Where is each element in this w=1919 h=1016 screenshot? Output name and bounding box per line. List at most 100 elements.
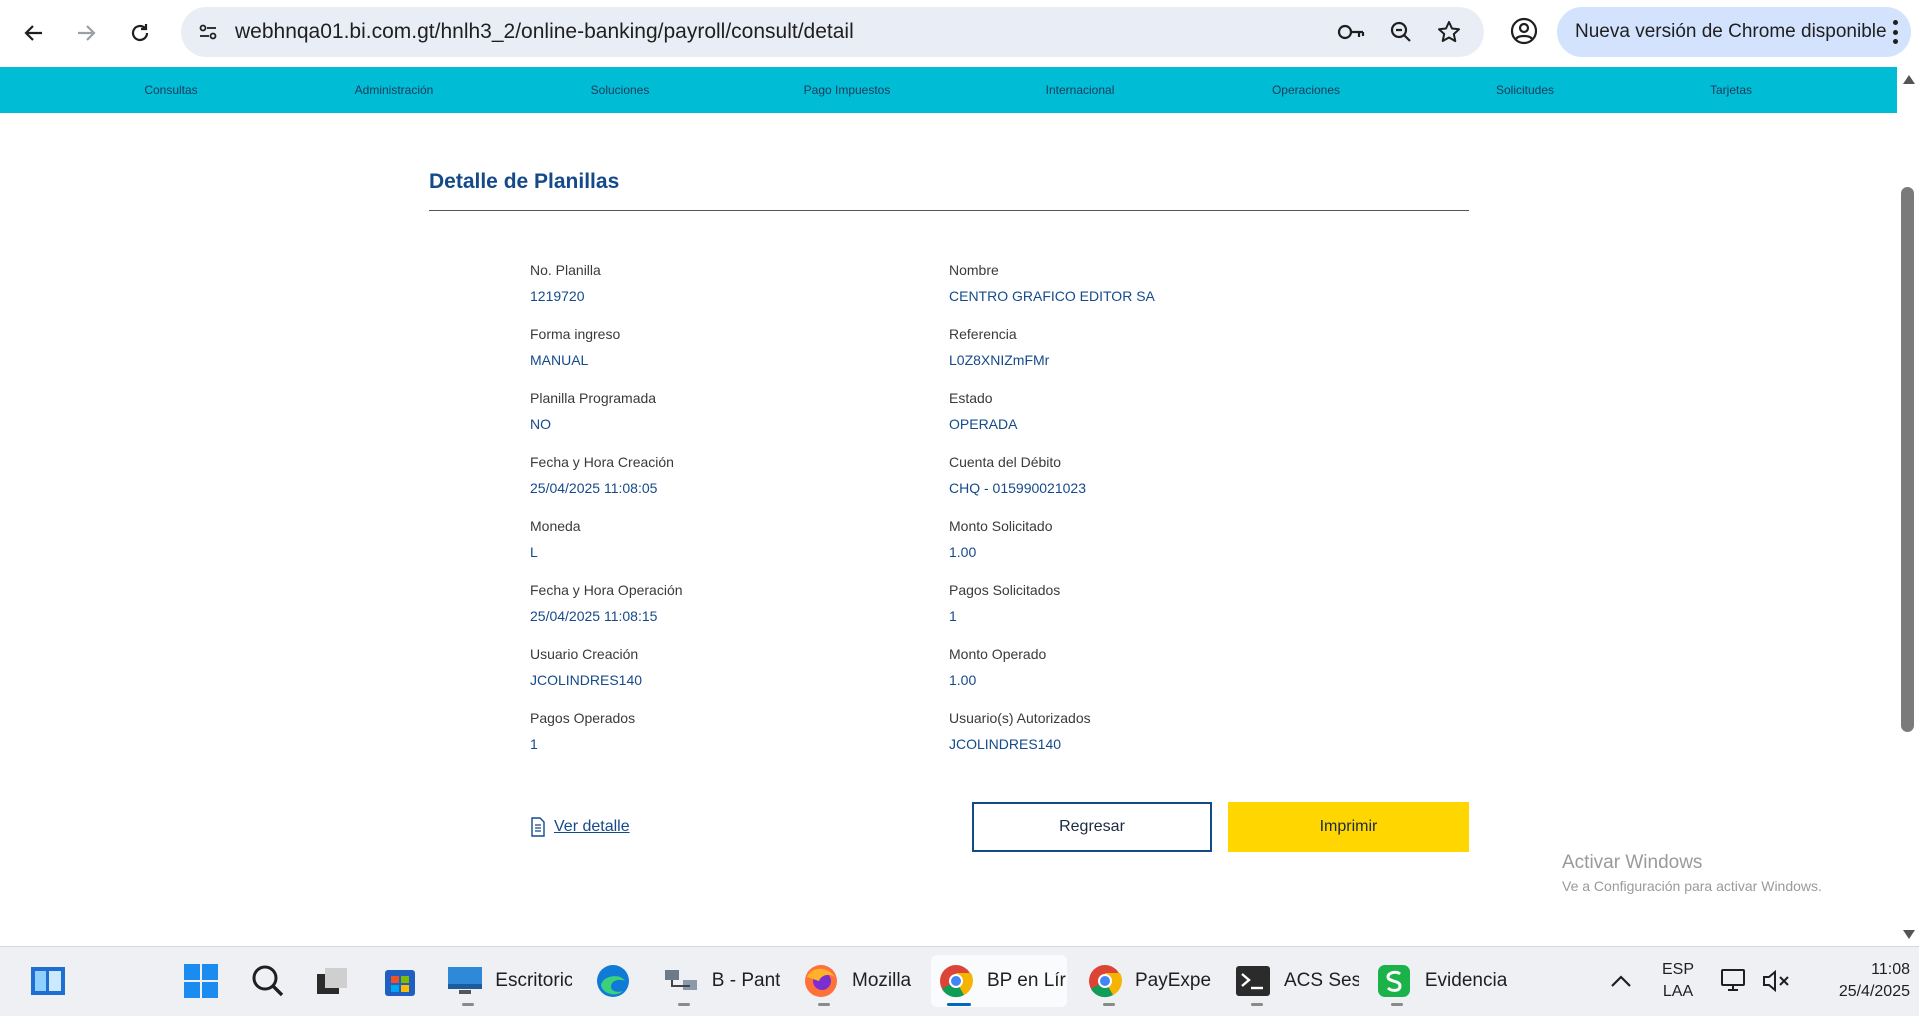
scroll-down-arrow-icon[interactable] [1903,930,1915,939]
tray-chevron-up-icon[interactable] [1601,961,1641,1001]
field-forma-ingreso: Forma ingreso MANUAL [530,324,910,370]
taskbar-app-mozilla[interactable]: Mozilla [796,955,926,1007]
network-icon [662,962,700,1000]
windows-activation-watermark: Activar Windows Ve a Configuración para … [1562,852,1822,894]
chrome-icon [1087,962,1123,1000]
field-label: Referencia [949,326,1017,342]
scroll-thumb[interactable] [1901,187,1914,732]
field-usuario-creacion: Usuario Creación JCOLINDRES140 [530,644,910,690]
field-label: Fecha y Hora Operación [530,582,683,598]
chrome-icon [937,962,975,1000]
taskbar-app-label: PayExpec [1135,970,1211,991]
taskbar-app-label: Escritoric [495,970,572,991]
site-info-icon[interactable] [193,17,223,47]
chrome-update-button[interactable]: Nueva versión de Chrome disponible [1557,7,1911,57]
taskbar-app-edge[interactable] [588,955,642,1007]
ver-detalle-label[interactable]: Ver detalle [554,818,630,836]
taskbar-app-label: Mozilla [852,970,912,991]
ver-detalle-link[interactable]: Ver detalle [530,815,630,839]
network-status-icon[interactable] [1715,961,1755,1001]
clock-date: 25/4/2025 [1838,983,1910,1000]
field-label: Pagos Operados [530,710,636,726]
back-button[interactable] [14,13,54,53]
active-indicator [947,1003,971,1006]
field-value: 25/04/2025 11:08:05 [530,480,658,496]
field-label: Usuario Creación [530,646,639,662]
field-value: 1 [530,736,538,752]
task-view-icon[interactable] [312,961,352,1001]
taskbar-app-payexpec[interactable]: PayExpec [1081,955,1211,1007]
forward-button[interactable] [66,13,106,53]
nav-solicitudes[interactable]: Solicitudes [1496,67,1554,113]
field-value: 1.00 [949,672,977,688]
taskbar-app-label: ACS Ses [1283,970,1359,991]
nav-operaciones[interactable]: Operaciones [1272,67,1340,113]
store-icon[interactable] [380,961,420,1001]
scroll-up-arrow-icon[interactable] [1903,75,1915,84]
regresar-button[interactable]: Regresar [972,802,1212,852]
field-value: OPERADA [949,416,1018,432]
taskbar-app-pantalla[interactable]: B - Pant [656,955,780,1007]
running-indicator [1103,1003,1115,1006]
field-pagos-operados: Pagos Operados 1 [530,708,910,754]
clock-time: 11:08 [1871,961,1910,978]
keyboard-layout: LAA [1662,983,1694,1000]
widgets-icon[interactable] [28,961,68,1001]
nav-administracion[interactable]: Administración [355,67,434,113]
taskbar-app-bp-en-linea[interactable]: BP en Lír [931,955,1067,1007]
input-language-indicator[interactable]: ESP LAA [1658,959,1698,1003]
field-value: CHQ - 015990021023 [949,480,1086,496]
more-menu-icon[interactable] [1891,20,1899,44]
field-label: Usuario(s) Autorizados [949,710,1091,726]
address-bar[interactable]: webhnqa01.bi.com.gt/hnlh3_2/online-banki… [181,7,1484,57]
field-fecha-operacion: Fecha y Hora Operación 25/04/2025 11:08:… [530,580,910,626]
field-monto-operado: Monto Operado 1.00 [949,644,1329,690]
title-divider [429,210,1469,211]
chrome-update-label: Nueva versión de Chrome disponible [1575,21,1887,42]
field-moneda: Moneda L [530,516,910,562]
field-label: No. Planilla [530,262,601,278]
field-label: Estado [949,390,993,406]
search-icon[interactable] [248,961,288,1001]
browser-toolbar: webhnqa01.bi.com.gt/hnlh3_2/online-banki… [0,0,1919,67]
field-label: Planilla Programada [530,390,657,406]
field-pagos-solicitados: Pagos Solicitados 1 [949,580,1329,626]
field-planilla-programada: Planilla Programada NO [530,388,910,434]
page-scrollbar[interactable] [1897,67,1919,947]
taskbar-app-label: B - Pant [711,970,780,991]
field-label: Pagos Solicitados [949,582,1061,598]
windows-start-icon[interactable] [181,961,221,1001]
nav-pago-impuestos[interactable]: Pago Impuestos [804,67,891,113]
watermark-subtitle: Ve a Configuración para activar Windows. [1562,878,1822,894]
reload-button[interactable] [120,13,160,53]
taskbar-app-evidencia[interactable]: Evidencia [1369,955,1507,1007]
main-navigation: Consultas Administración Soluciones Pago… [0,67,1897,113]
field-no-planilla: No. Planilla 1219720 [530,260,910,306]
password-key-icon[interactable] [1336,17,1366,47]
nav-consultas[interactable]: Consultas [144,67,197,113]
field-usuarios-autorizados: Usuario(s) Autorizados JCOLINDRES140 [949,708,1329,754]
zoom-icon[interactable] [1386,17,1416,47]
url-text[interactable]: webhnqa01.bi.com.gt/hnlh3_2/online-banki… [235,7,854,57]
taskbar-app-acs-ses[interactable]: ACS Ses [1229,955,1359,1007]
running-indicator [818,1003,830,1006]
field-fecha-creacion: Fecha y Hora Creación 25/04/2025 11:08:0… [530,452,910,498]
terminal-icon [1235,962,1272,1000]
back-arrow-icon [24,25,42,41]
field-value: L0Z8XNIZmFMr [949,352,1050,368]
taskbar-app-escritorio[interactable]: Escritoric [440,955,572,1007]
system-clock[interactable]: 11:08 25/4/2025 [1826,959,1910,1003]
bookmark-star-icon[interactable] [1434,17,1464,47]
imprimir-button[interactable]: Imprimir [1228,802,1469,852]
windows-taskbar: Escritoric B - Pant Mozilla BP en Lír Pa… [0,946,1919,1016]
field-value: L [530,544,538,560]
nav-soluciones[interactable]: Soluciones [591,67,650,113]
running-indicator [1391,1003,1403,1006]
field-label: Monto Operado [949,646,1047,662]
nav-internacional[interactable]: Internacional [1046,67,1115,113]
nav-tarjetas[interactable]: Tarjetas [1710,67,1752,113]
field-cuenta-debito: Cuenta del Débito CHQ - 015990021023 [949,452,1329,498]
profile-icon[interactable] [1507,14,1541,48]
field-label: Fecha y Hora Creación [530,454,674,470]
volume-muted-icon[interactable] [1756,961,1796,1001]
